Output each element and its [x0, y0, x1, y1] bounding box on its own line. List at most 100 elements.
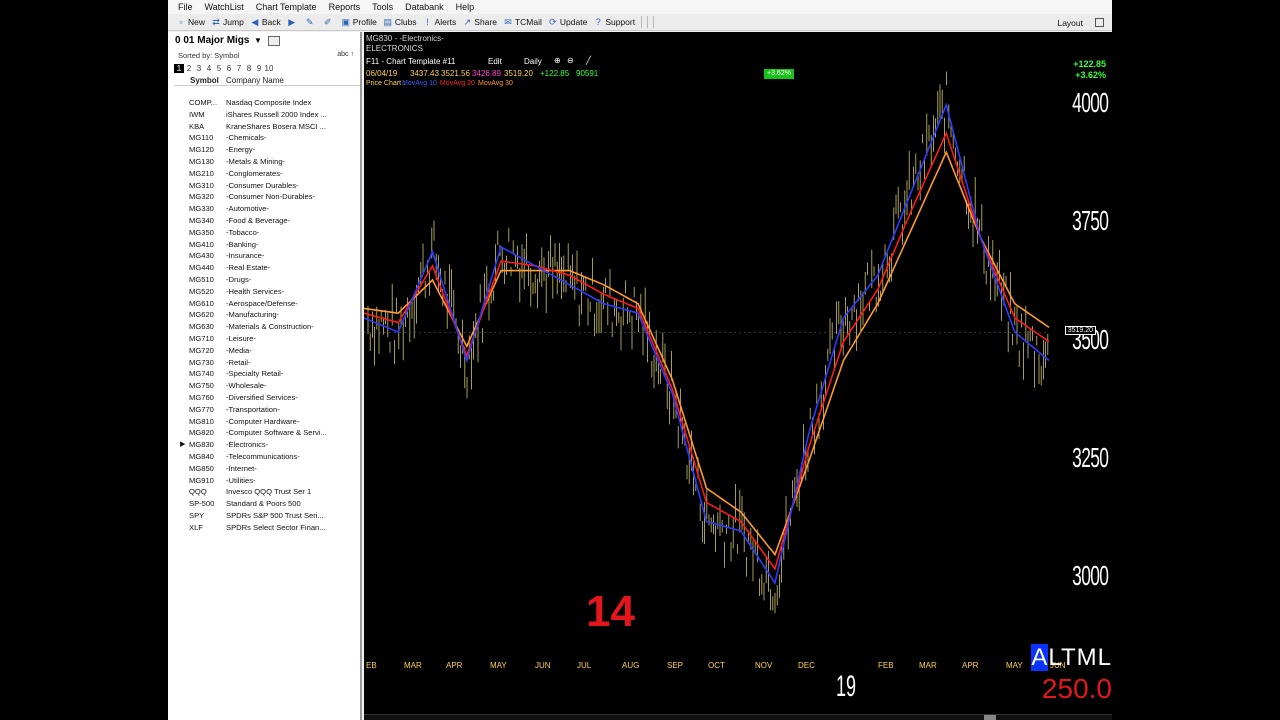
watchlist-page-tab[interactable]: 8	[244, 64, 254, 73]
altml-highlight: A	[1031, 644, 1049, 671]
watchlist-page-tab[interactable]: 4	[204, 64, 214, 73]
chart-industry-name[interactable]: ELECTRONICS	[366, 44, 423, 53]
share-button[interactable]: ↗ Share	[462, 17, 497, 27]
menu-watchlist[interactable]: WatchList	[205, 2, 244, 12]
watchlist-row[interactable]: MG330 -Automotive-	[168, 203, 360, 215]
chart-area[interactable]: MG830 - -Electronics- ELECTRONICS F11 - …	[364, 32, 1112, 720]
watchlist-row[interactable]: MG840 -Telecommunications-	[168, 451, 360, 463]
row-company: -Aerospace/Defense-	[226, 298, 298, 308]
watchlist-row[interactable]: MG730 -Retail-	[168, 357, 360, 369]
watchlist-row[interactable]: MG430 -Insurance-	[168, 250, 360, 262]
column-header-symbol[interactable]: Symbol	[190, 76, 219, 85]
ma2-legend[interactable]: MovAvg 20	[440, 80, 475, 87]
new-button[interactable]: ▫ New	[176, 17, 205, 27]
watchlist-row[interactable]: SP-500 Standard & Poors 500	[168, 498, 360, 510]
watchlist-row[interactable]: XLF SPDRs Select Sector Finan...	[168, 522, 360, 534]
row-company: -Real Estate-	[226, 263, 271, 273]
support-button[interactable]: ? Support	[593, 17, 635, 27]
ma3-legend[interactable]: MovAvg 30	[478, 80, 513, 87]
watchlist-row[interactable]: MG350 -Tobacco-	[168, 227, 360, 239]
watchlist-row[interactable]: MG510 -Drugs-	[168, 274, 360, 286]
watchlist-row[interactable]: QQQ Invesco QQQ Trust Ser 1	[168, 486, 360, 498]
toolbar-label: New	[188, 17, 206, 27]
new-icon: ▫	[179, 17, 183, 27]
watchlist-row[interactable]: MG820 -Computer Software & Servi...	[168, 427, 360, 439]
menu-file[interactable]: File	[178, 2, 193, 12]
watchlist-row[interactable]: MG740 -Specialty Retail-	[168, 368, 360, 380]
watchlist-row[interactable]: MG210 -Conglomerates-	[168, 168, 360, 180]
watchlist-row[interactable]: MG760 -Diversified Services-	[168, 392, 360, 404]
row-company: -Energy-	[226, 145, 256, 155]
chart-period-selector[interactable]: Daily	[524, 57, 542, 66]
profile-button[interactable]: ▣ Profile	[341, 17, 376, 27]
watchlist-row[interactable]: MG320 -Consumer Non-Durables-	[168, 191, 360, 203]
share-icon: ↗	[463, 17, 472, 27]
watchlist-row[interactable]: MG770 -Transportation-	[168, 404, 360, 416]
watchlist-row[interactable]: MG130 -Metals & Mining-	[168, 156, 360, 168]
column-header-company[interactable]: Company Name	[226, 76, 284, 85]
watchlist-page-tab[interactable]: 7	[234, 64, 244, 73]
alerts-button[interactable]: ! Alerts	[423, 17, 456, 27]
alerts-icon: !	[426, 17, 429, 27]
watchlist-page-tab[interactable]: 10	[264, 64, 274, 73]
chart-edit-button[interactable]: Edit	[488, 57, 502, 66]
layout-button[interactable]: Layout	[1057, 18, 1083, 28]
draw-button[interactable]: ✎	[305, 17, 317, 27]
watchlist-row[interactable]: MG750 -Wholesale-	[168, 380, 360, 392]
jump-button[interactable]: ⇄ Jump	[211, 17, 244, 27]
watchlist-page-tab[interactable]: 9	[254, 64, 264, 73]
row-symbol: MG730	[189, 357, 214, 367]
horizontal-scrollbar[interactable]	[364, 714, 1112, 720]
watchlist-row[interactable]: MG710 -Leisure-	[168, 333, 360, 345]
menu-databank[interactable]: Databank	[405, 2, 444, 12]
draw-line-icon[interactable]: ╱	[586, 56, 591, 65]
menu-help[interactable]: Help	[456, 2, 475, 12]
watchlist-row[interactable]: MG620 -Manufacturing-	[168, 309, 360, 321]
chart-template-selector[interactable]: F11 - Chart Template #11	[366, 57, 455, 66]
scrollbar-thumb[interactable]	[984, 715, 996, 720]
watchlist-page-tab[interactable]: 2	[184, 64, 194, 73]
zoom-out-icon[interactable]: ⊖	[567, 56, 574, 65]
watchlist-row[interactable]: MG910 -Utilities-	[168, 475, 360, 487]
back-button[interactable]: ◀ Back	[250, 17, 281, 27]
zoom-in-icon[interactable]: ⊕	[554, 56, 561, 65]
menu-reports[interactable]: Reports	[329, 2, 361, 12]
watchlist-row[interactable]: MG630 -Materials & Construction-	[168, 321, 360, 333]
watchlist-row[interactable]: MG520 -Health Services-	[168, 286, 360, 298]
watchlist-row[interactable]: COMP... Nasdaq Composite Index	[168, 97, 360, 109]
watchlist-row[interactable]: MG310 -Consumer Durables-	[168, 180, 360, 192]
watchlist-row[interactable]: MG610 -Aerospace/Defense-	[168, 298, 360, 310]
menu-chart-template[interactable]: Chart Template	[256, 2, 317, 12]
ma1-legend[interactable]: MovAvg 10	[402, 80, 437, 87]
row-company: -Conglomerates-	[226, 168, 283, 178]
watchlist-row[interactable]: IWM iShares Russell 2000 Index ...	[168, 109, 360, 121]
pen-button[interactable]: ✐	[323, 17, 335, 27]
watchlist-row[interactable]: SPY SPDRs S&P 500 Trust Seri...	[168, 510, 360, 522]
watchlist-page-tab[interactable]: 5	[214, 64, 224, 73]
watchlist-title[interactable]: 0 01 Major Migs	[175, 35, 249, 46]
watchlist-row[interactable]: MG410 -Banking-	[168, 239, 360, 251]
forward-button[interactable]: ▶	[287, 17, 299, 27]
row-company: -Internet-	[226, 463, 257, 473]
watchlist-row[interactable]: KBA KraneShares Bosera MSCI ...	[168, 121, 360, 133]
watchlist-row[interactable]: MG810 -Computer Hardware-	[168, 416, 360, 428]
watchlist-page-tab[interactable]: 1	[174, 64, 184, 73]
watchlist-row[interactable]: MG120 -Energy-	[168, 144, 360, 156]
update-button[interactable]: ⟳ Update	[548, 17, 587, 27]
watchlist-settings-icon[interactable]	[268, 36, 280, 46]
menu-tools[interactable]: Tools	[372, 2, 393, 12]
watchlist-page-tab[interactable]: 6	[224, 64, 234, 73]
tcmail-button[interactable]: ✉ TCMail	[503, 17, 542, 27]
watchlist-row[interactable]: MG110 -Chemicals-	[168, 132, 360, 144]
toolbar-label: Back	[261, 17, 281, 27]
watchlist-row[interactable]: MG440 -Real Estate-	[168, 262, 360, 274]
watchlist-row[interactable]: MG340 -Food & Beverage-	[168, 215, 360, 227]
watchlist-row[interactable]: ▶ MG830 -Electronics-	[168, 439, 360, 451]
restore-window-icon[interactable]	[1095, 18, 1104, 27]
watchlist-row[interactable]: MG720 -Media-	[168, 345, 360, 357]
watchlist-page-tab[interactable]: 3	[194, 64, 204, 73]
clubs-button[interactable]: ▤ Clubs	[383, 17, 417, 27]
chevron-down-icon[interactable]: ▼	[254, 36, 262, 45]
watchlist-row[interactable]: MG850 -Internet-	[168, 463, 360, 475]
sort-toggle[interactable]: abc ↑	[337, 51, 354, 58]
